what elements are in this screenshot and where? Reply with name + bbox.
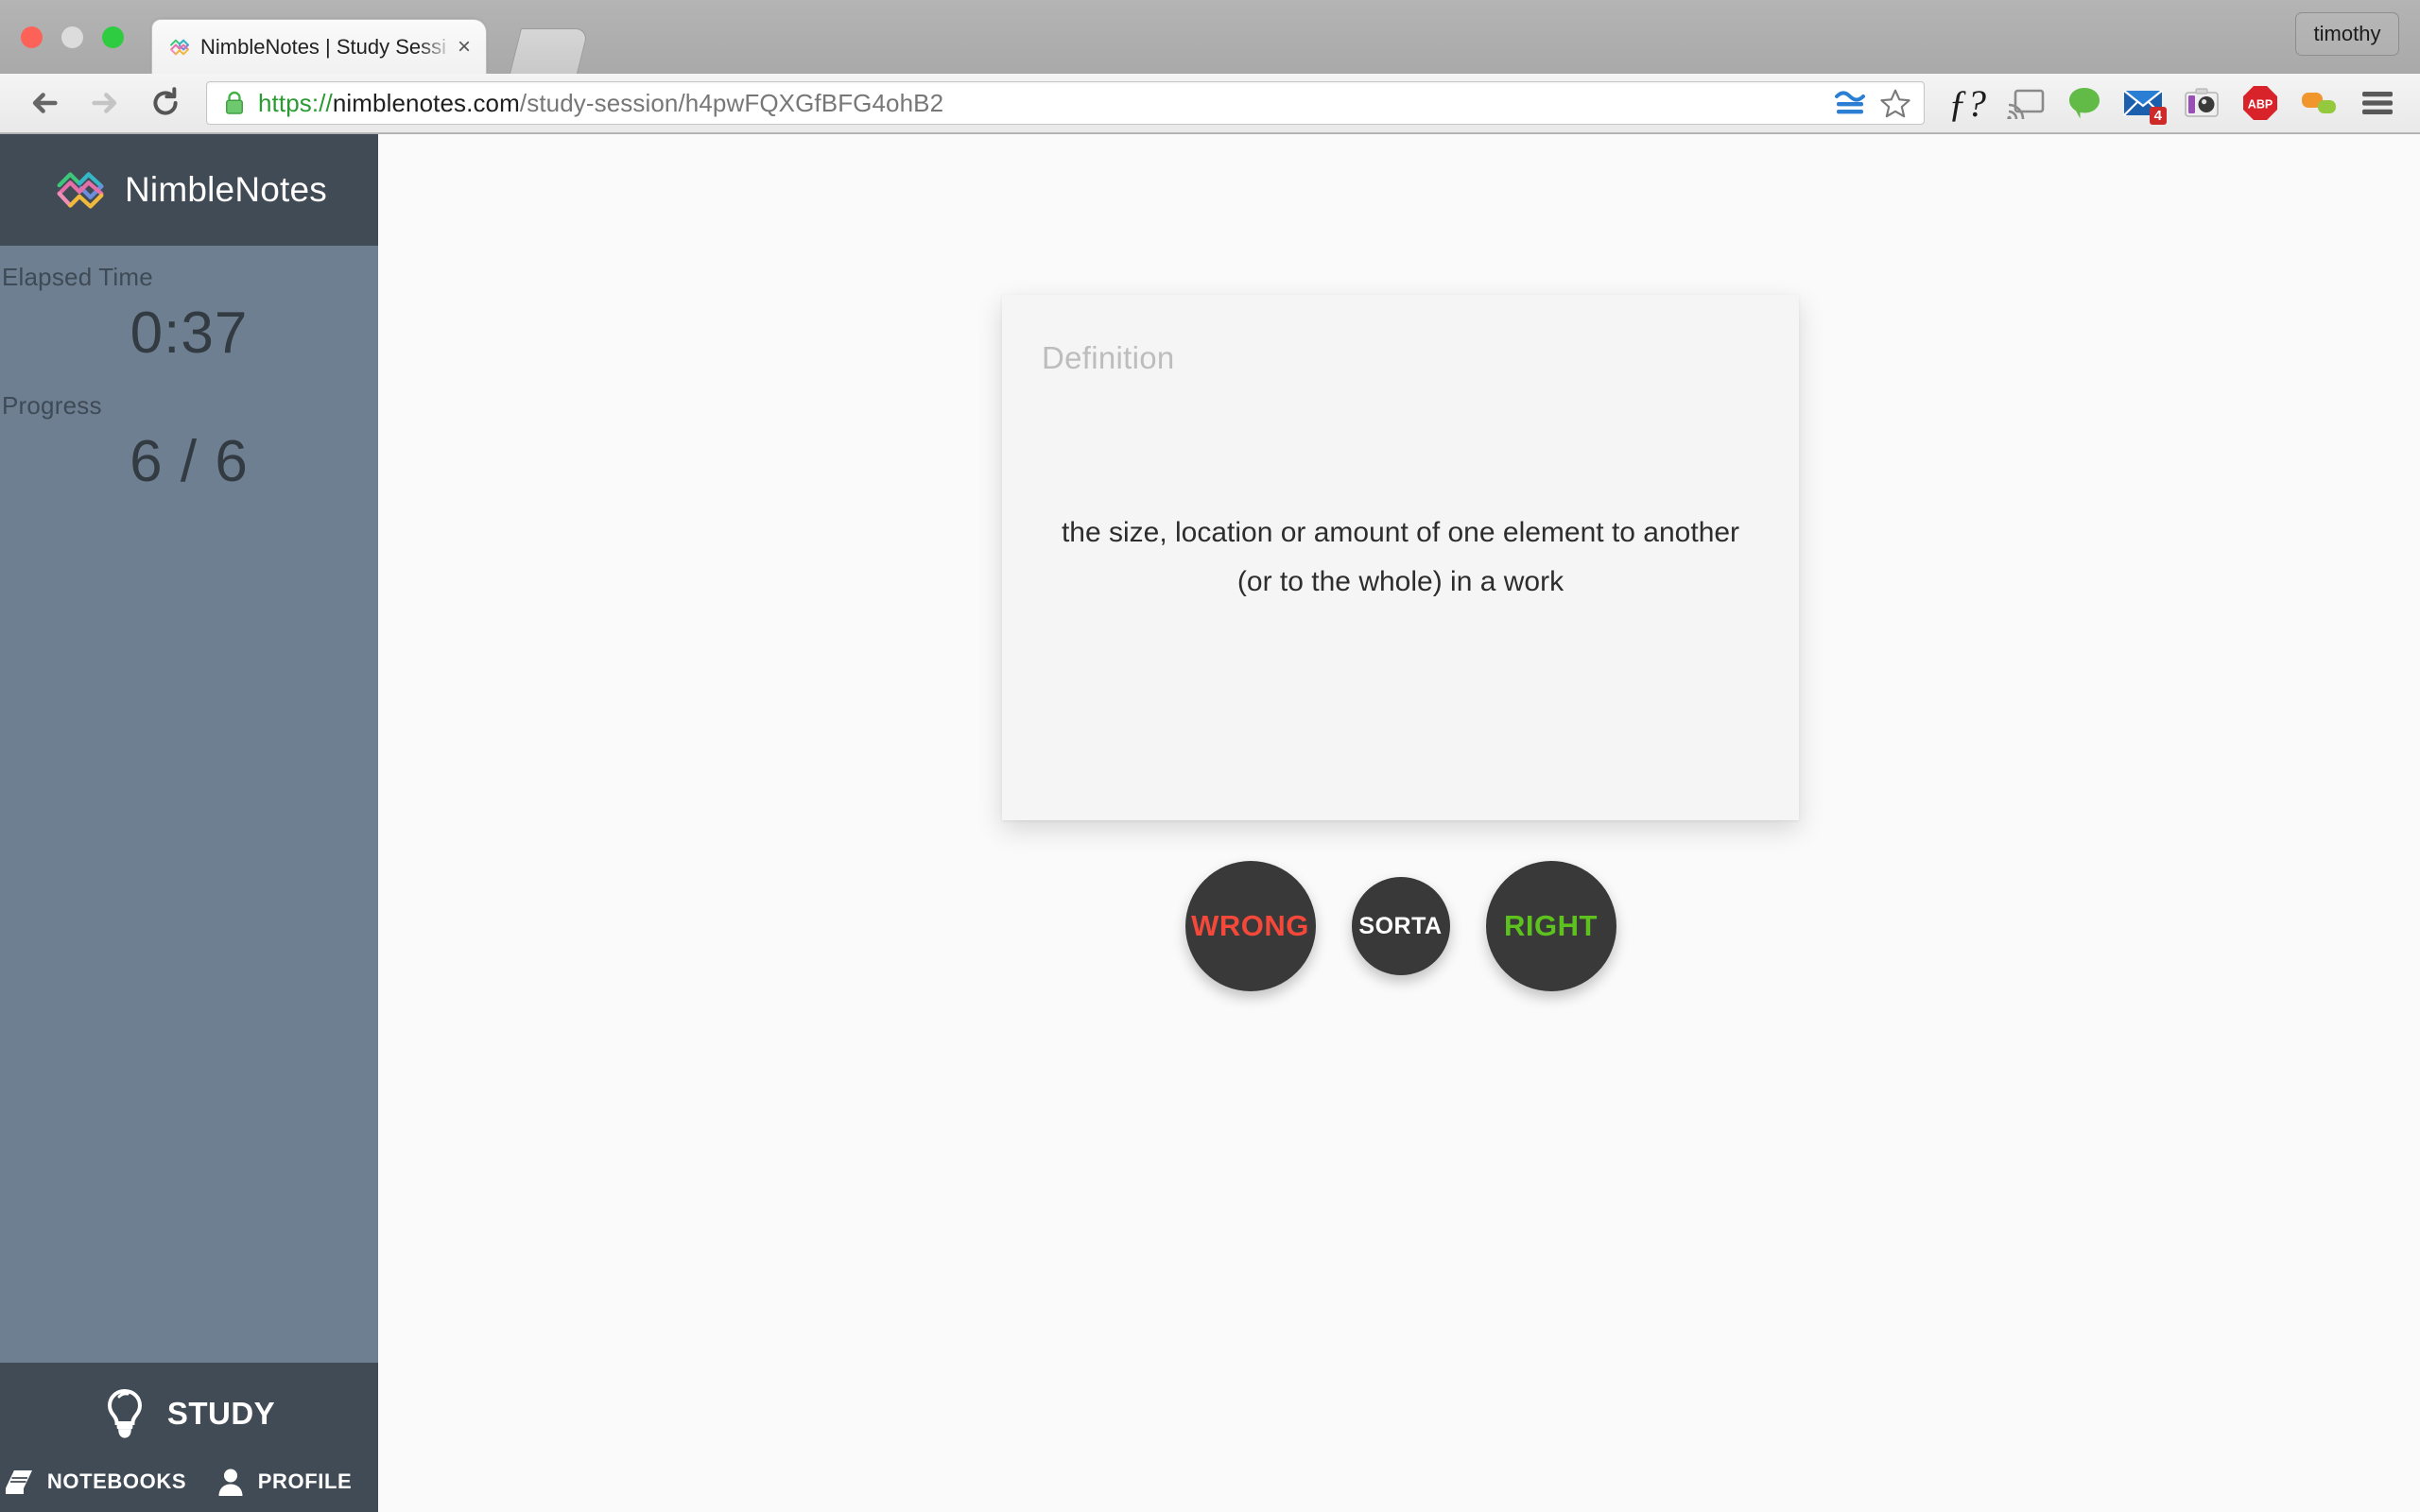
sidebar-bottom-nav: STUDY NOTEBOOKS PROFILE: [0, 1363, 378, 1512]
back-arrow-icon: [32, 93, 58, 113]
sidebar-item-profile-label: PROFILE: [257, 1469, 353, 1493]
person-icon: [218, 1469, 243, 1496]
stat-value-progress: 6 / 6: [130, 429, 249, 494]
extension-tray: ƒ? 4 ABP: [1938, 77, 2420, 129]
window-controls: [21, 26, 124, 48]
app-sidebar: NimbleNotes Elapsed Time 0:37 Progress 6…: [0, 134, 378, 1512]
speech-bubble-icon[interactable]: [2055, 77, 2114, 129]
sidebar-item-notebooks[interactable]: NOTEBOOKS: [0, 1467, 189, 1497]
flashcard[interactable]: Definition the size, location or amount …: [1002, 295, 1799, 820]
study-session-main: Definition the size, location or amount …: [378, 134, 2420, 1512]
omnibox-action-icons: [1822, 87, 1912, 119]
answer-buttons: WRONG SORTA RIGHT: [1002, 850, 1799, 1002]
answer-wrong-button[interactable]: WRONG: [1184, 861, 1316, 991]
lightbulb-icon: [107, 1388, 142, 1438]
lock-icon: [226, 91, 243, 114]
stat-elapsed-time: Elapsed Time 0:37: [0, 263, 378, 367]
url-path: /study-session/h4pwFQXGfBFG4ohB2: [519, 88, 944, 117]
app-brand: NimbleNotes: [0, 134, 378, 246]
answer-sorta-button[interactable]: SORTA: [1351, 877, 1450, 975]
mail-badge-count: 4: [2149, 106, 2167, 125]
browser-tab-bar: NimbleNotes | Study Sessi × timothy: [0, 0, 2420, 74]
web-page: NimbleNotes Elapsed Time 0:37 Progress 6…: [0, 134, 2420, 1512]
reload-icon: [153, 87, 178, 115]
browser-window: NimbleNotes | Study Sessi × timothy http…: [0, 0, 2420, 1512]
url-text: https://nimblenotes.com/study-session/h4…: [258, 89, 943, 118]
close-icon[interactable]: ×: [454, 35, 475, 59]
browser-toolbar: https://nimblenotes.com/study-session/h4…: [0, 74, 2420, 133]
nimblenotes-favicon: [170, 39, 189, 55]
sidebar-sub-nav: NOTEBOOKS PROFILE: [0, 1467, 378, 1497]
notebook-icon: [5, 1470, 32, 1494]
nimblenotes-logo-icon: [57, 172, 104, 209]
window-minimize-button[interactable]: [61, 26, 83, 48]
flashcard-body: the size, location or amount of one elem…: [1002, 295, 1799, 820]
camera-icon[interactable]: [2172, 77, 2231, 129]
f-question-icon[interactable]: ƒ?: [1938, 77, 1996, 129]
browser-tab[interactable]: NimbleNotes | Study Sessi ×: [151, 19, 487, 74]
svg-text:ABP: ABP: [2248, 98, 2273, 112]
stat-label-elapsed-time: Elapsed Time: [2, 263, 153, 291]
address-bar[interactable]: https://nimblenotes.com/study-session/h4…: [206, 81, 1925, 125]
answer-right-button[interactable]: RIGHT: [1485, 861, 1616, 991]
forward-arrow-icon: [92, 93, 117, 113]
window-close-button[interactable]: [21, 26, 43, 48]
stat-label-progress: Progress: [2, 391, 102, 420]
stat-progress: Progress 6 / 6: [0, 391, 378, 495]
bookmark-star-icon[interactable]: [1878, 87, 1912, 119]
sidebar-item-study-label: STUDY: [166, 1396, 276, 1431]
sidebar-item-notebooks-label: NOTEBOOKS: [46, 1469, 187, 1493]
blobs-icon[interactable]: [2290, 77, 2348, 129]
browser-tab-title: NimbleNotes | Study Sessi: [200, 34, 447, 59]
url-host: nimblenotes.com: [332, 88, 520, 117]
flashcard-text: the size, location or amount of one elem…: [1061, 517, 1740, 597]
sidebar-item-profile[interactable]: PROFILE: [189, 1467, 378, 1497]
session-stats: Elapsed Time 0:37 Progress 6 / 6: [0, 246, 378, 1363]
translate-icon[interactable]: [1833, 88, 1867, 118]
url-scheme: https://: [258, 88, 333, 117]
adblock-plus-icon[interactable]: ABP: [2231, 77, 2290, 129]
stat-value-elapsed-time: 0:37: [130, 301, 249, 366]
chrome-menu-icon[interactable]: [2348, 77, 2407, 129]
sidebar-item-study[interactable]: STUDY: [0, 1387, 378, 1467]
new-tab-button[interactable]: [510, 28, 589, 74]
forward-button[interactable]: [79, 77, 130, 129]
reload-button[interactable]: [140, 77, 191, 129]
cast-icon[interactable]: [1996, 77, 2055, 129]
browser-profile-button[interactable]: timothy: [2295, 12, 2399, 56]
mail-icon[interactable]: 4: [2114, 77, 2172, 129]
window-maximize-button[interactable]: [102, 26, 124, 48]
app-brand-name: NimbleNotes: [125, 170, 327, 209]
back-button[interactable]: [19, 77, 70, 129]
